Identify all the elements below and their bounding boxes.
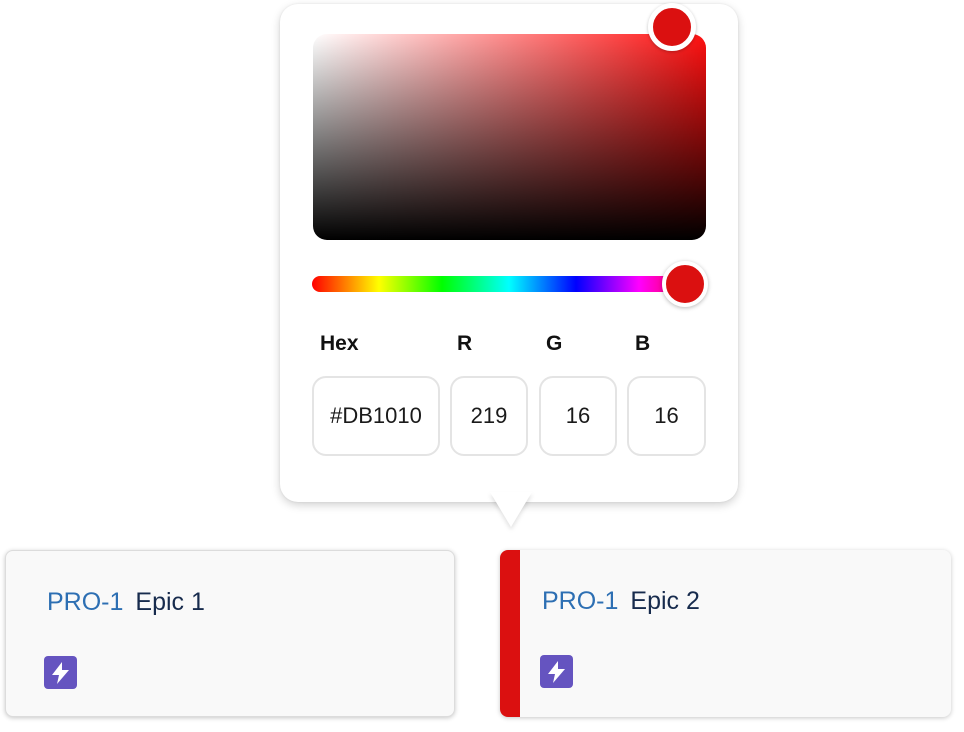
lightning-icon <box>44 656 77 689</box>
saturation-value-handle[interactable] <box>648 3 696 51</box>
red-label: R <box>457 332 473 355</box>
saturation-value-area[interactable] <box>313 34 706 240</box>
blue-label: B <box>635 332 651 355</box>
popover-arrow <box>490 492 532 527</box>
green-label: G <box>546 332 563 355</box>
hex-label: Hex <box>320 332 359 355</box>
card-title: PRO-1 Epic 2 <box>542 587 700 616</box>
green-input[interactable] <box>539 376 617 456</box>
hex-input[interactable] <box>312 376 440 456</box>
card-summary: Epic 1 <box>135 588 205 616</box>
card-summary: Epic 2 <box>630 587 700 615</box>
hue-slider[interactable] <box>312 276 706 292</box>
red-input[interactable] <box>450 376 528 456</box>
lightning-icon <box>540 655 573 688</box>
epic-card-1[interactable]: PRO-1 Epic 1 <box>5 550 455 717</box>
blue-input[interactable] <box>627 376 706 456</box>
card-issue-key[interactable]: PRO-1 <box>47 588 123 616</box>
card-title: PRO-1 Epic 1 <box>47 588 205 617</box>
card-color-stripe <box>500 550 520 717</box>
card-issue-key[interactable]: PRO-1 <box>542 587 618 615</box>
epic-card-2[interactable]: PRO-1 Epic 2 <box>500 550 951 717</box>
hue-slider-handle[interactable] <box>662 261 708 307</box>
color-picker-popover: Hex R G B <box>280 3 738 502</box>
